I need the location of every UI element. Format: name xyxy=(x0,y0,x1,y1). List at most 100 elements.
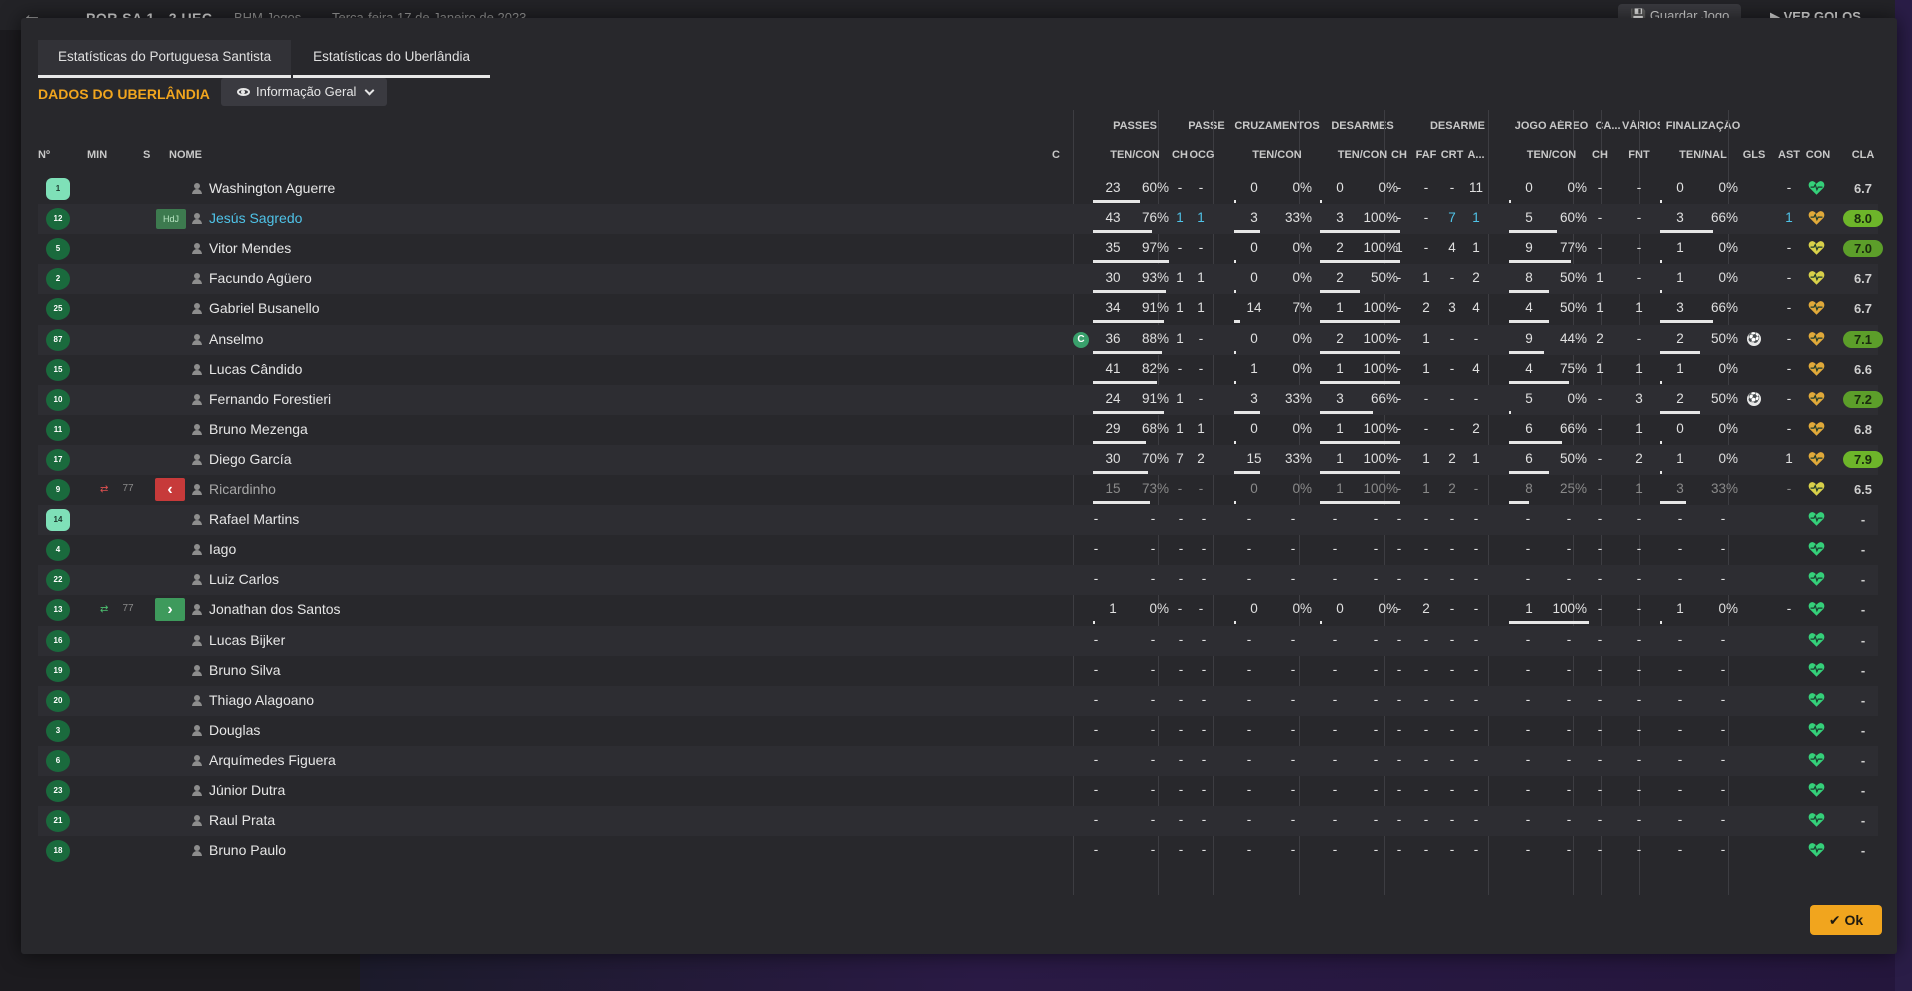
table-row[interactable]: 87 Anselmo C 36 88% 1-0 0% 2 100% -1- -9 44% 2-2 50% ⚽… xyxy=(38,324,1883,355)
tab-uberlandia[interactable]: Estatísticas do Uberlândia xyxy=(293,40,490,78)
column-header-pass-ocg[interactable]: OCG xyxy=(1187,149,1217,161)
player-name[interactable]: Douglas xyxy=(192,716,492,746)
column-header-des-ch[interactable]: CH xyxy=(1386,149,1412,161)
sub-in-icon[interactable]: › xyxy=(155,598,185,622)
player-name[interactable]: Bruno Paulo xyxy=(192,836,492,866)
column-header-no[interactable]: Nº xyxy=(38,149,60,161)
table-row[interactable]: 2 Facundo Agüero 30 93% 1 1 0 0% 2 50% -1-2 8 50% 1-1… xyxy=(38,264,1878,295)
stat-interceptions: 3 xyxy=(1448,300,1456,316)
table-row[interactable]: 20 Thiago Alagoano - - - - - - - - - - - - - - - - - - - xyxy=(38,685,1878,716)
player-name[interactable]: Lucas Cândido xyxy=(192,355,492,385)
table-row[interactable]: 5 Vitor Mendes 35 97% - -0 0% 2 100% 1-4 1 9 77% - -1 0… xyxy=(38,234,1883,264)
player-name[interactable]: Rafael Martins xyxy=(192,505,492,535)
stat-aerial-bar xyxy=(1509,290,1549,294)
player-name[interactable]: Raul Prata xyxy=(192,806,492,836)
table-row[interactable]: 12 HdJ Jesús Sagredo 43 76% 1 1 3 33% 3 100% - -7 1 5 6… xyxy=(38,204,1883,235)
column-header-pass-tc[interactable]: TEN/CON xyxy=(1093,149,1177,161)
column-header-c[interactable]: C xyxy=(1052,149,1068,161)
column-header-ast[interactable]: AST xyxy=(1776,149,1802,161)
stat-fouls-against: - xyxy=(1636,330,1642,346)
player-name[interactable]: Arquímedes Figuera xyxy=(192,746,492,776)
table-row[interactable]: 3 Douglas - - - - - - - - - - - - - - - - - - - xyxy=(38,716,1878,746)
table-row[interactable]: 9 ⇄ 77 ‹ Ricardinho 15 73% - -0 0% 1 100% -1 2-8 25% -1… xyxy=(38,475,1878,505)
column-header-cla[interactable]: CLA xyxy=(1843,149,1883,161)
empty-stat: - xyxy=(1178,571,1184,587)
table-row[interactable]: 18 Bruno Paulo - - - - - - - - - - - - - - - - - - - xyxy=(38,836,1878,866)
player-name[interactable]: Jesús Sagredo xyxy=(192,204,492,234)
column-header-s[interactable]: S xyxy=(143,149,155,161)
column-header-nome[interactable]: NOME xyxy=(169,149,229,161)
player-name-text: Ricardinho xyxy=(209,481,276,497)
stat-fouls-against: - xyxy=(1636,210,1642,226)
table-row[interactable]: 19 Bruno Silva - - - - - - - - - - - - - - - - - - - xyxy=(38,656,1878,686)
table-row[interactable]: 17 Diego García 30 70% 7 2 15 33% 1 100% -1 2 1 6 50% -… xyxy=(38,444,1883,475)
stat-chances-created: - xyxy=(1198,240,1204,256)
table-row[interactable]: 11 Bruno Mezenga 29 68% 1 1 0 0% 1 100% - - -2 6 66% -1… xyxy=(38,415,1878,445)
table-row[interactable]: 25 Gabriel Busanello 34 91% 1 1 14 7% 1 100% -2 3 4 4… xyxy=(38,294,1878,324)
player-name[interactable]: Anselmo xyxy=(192,325,492,355)
player-name[interactable]: Bruno Mezenga xyxy=(192,415,492,445)
table-row[interactable]: 4 Iago - - - - - - - - - - - - - - - - - - - xyxy=(38,535,1878,565)
empty-stat: - xyxy=(1150,541,1156,557)
background-edge xyxy=(1895,0,1912,991)
stat-aerial-bar xyxy=(1509,200,1511,203)
player-name[interactable]: Bruno Silva xyxy=(192,656,492,686)
table-row[interactable]: 6 Arquímedes Figuera - - - - - - - - - - - - - - - - - - - xyxy=(38,745,1878,776)
player-name[interactable]: Jonathan dos Santos xyxy=(192,595,492,625)
table-row[interactable]: 1 Washington Aguerre 23 60% - -0 0% 0 0% - - -11 0 0%… xyxy=(38,174,1878,204)
table-row[interactable]: 16 Lucas Bijker - - - - - - - - - - - - - - - - - - - xyxy=(38,625,1878,656)
table-row[interactable]: 14 Rafael Martins - - - - - - - - - - - - - - - - - - - xyxy=(38,505,1878,536)
sub-out-icon[interactable]: ‹ xyxy=(155,478,185,501)
empty-stat: - xyxy=(1566,842,1572,858)
stat-clearances: 4 xyxy=(1472,300,1480,316)
stat-chances-created: - xyxy=(1198,360,1204,376)
column-header-aer-tc[interactable]: TEN/CON xyxy=(1509,149,1594,161)
empty-stat: - xyxy=(1449,571,1455,587)
column-header-des-a[interactable]: A... xyxy=(1465,149,1487,161)
tab-portuguesa-santista[interactable]: Estatísticas do Portuguesa Santista xyxy=(38,40,292,78)
empty-stat: - xyxy=(1246,842,1252,858)
stat-clearances: 2 xyxy=(1472,270,1480,286)
ok-button[interactable]: ✔ Ok xyxy=(1810,905,1882,935)
stat-clearances: 1 xyxy=(1472,240,1480,256)
player-name[interactable]: Luiz Carlos xyxy=(192,565,492,595)
column-header-fin-tn[interactable]: TEN/NAL xyxy=(1660,149,1746,161)
column-header-des-crt[interactable]: CRT xyxy=(1439,149,1465,161)
player-name[interactable]: Gabriel Busanello xyxy=(192,294,492,324)
table-row[interactable]: 21 Raul Prata - - - - - - - - - - - - - - - - - - - xyxy=(38,806,1878,837)
stat-aerial-attempts: 4 xyxy=(1525,360,1533,376)
table-row[interactable]: 22 Luiz Carlos - - - - - - - - - - - - - - - - - - - xyxy=(38,565,1878,596)
player-name[interactable]: Fernando Forestieri xyxy=(192,385,492,415)
stat-crosses-percent: 0% xyxy=(1292,420,1312,436)
column-header-des-faf[interactable]: FAF xyxy=(1413,149,1439,161)
column-header-min[interactable]: MIN xyxy=(87,149,117,161)
player-name[interactable]: Júnior Dutra xyxy=(192,776,492,806)
player-name[interactable]: Lucas Bijker xyxy=(192,626,492,656)
player-name[interactable]: Vitor Mendes xyxy=(192,234,492,264)
table-row[interactable]: 15 Lucas Cândido 41 82% - -1 0% 1 100% -1-4 4 75% 1 1… xyxy=(38,355,1878,385)
column-header-cruz-tc[interactable]: TEN/CON xyxy=(1234,149,1320,161)
person-icon xyxy=(192,574,202,586)
column-header-con[interactable]: CON xyxy=(1803,149,1833,161)
shirt-number-icon: 22 xyxy=(46,569,70,592)
player-name[interactable]: Thiago Alagoano xyxy=(192,686,492,716)
column-header-gls[interactable]: GLS xyxy=(1741,149,1767,161)
player-name[interactable]: Washington Aguerre xyxy=(192,174,492,204)
player-name[interactable]: Iago xyxy=(192,535,492,565)
empty-stat: - xyxy=(1332,721,1338,737)
table-row[interactable]: 23 Júnior Dutra - - - - - - - - - - - - - - - - - - - xyxy=(38,776,1878,806)
stat-passes-percent: 73% xyxy=(1141,481,1169,496)
player-name[interactable]: Facundo Agüero xyxy=(192,264,492,294)
player-name[interactable]: Diego García xyxy=(192,445,492,475)
stat-clearances: 1 xyxy=(1472,210,1480,226)
column-header-ca-ch[interactable]: CH xyxy=(1587,149,1613,161)
column-header-var-fnt[interactable]: FNT xyxy=(1626,149,1652,161)
player-name[interactable]: Ricardinho xyxy=(192,475,492,505)
stat-assists: - xyxy=(1786,240,1792,256)
view-dropdown[interactable]: Informação Geral xyxy=(221,78,388,106)
table-row[interactable]: 10 Fernando Forestieri 24 91% 1-3 33% 3 66% - - - -… xyxy=(38,384,1883,415)
table-row[interactable]: 13 ⇄ 77 › Jonathan dos Santos 1 0% - -0 0% 0 0% -2- -… xyxy=(38,595,1878,625)
person-icon xyxy=(192,183,202,194)
stat-interceptions: - xyxy=(1449,330,1455,346)
player-name-text: Arquímedes Figuera xyxy=(209,751,336,768)
